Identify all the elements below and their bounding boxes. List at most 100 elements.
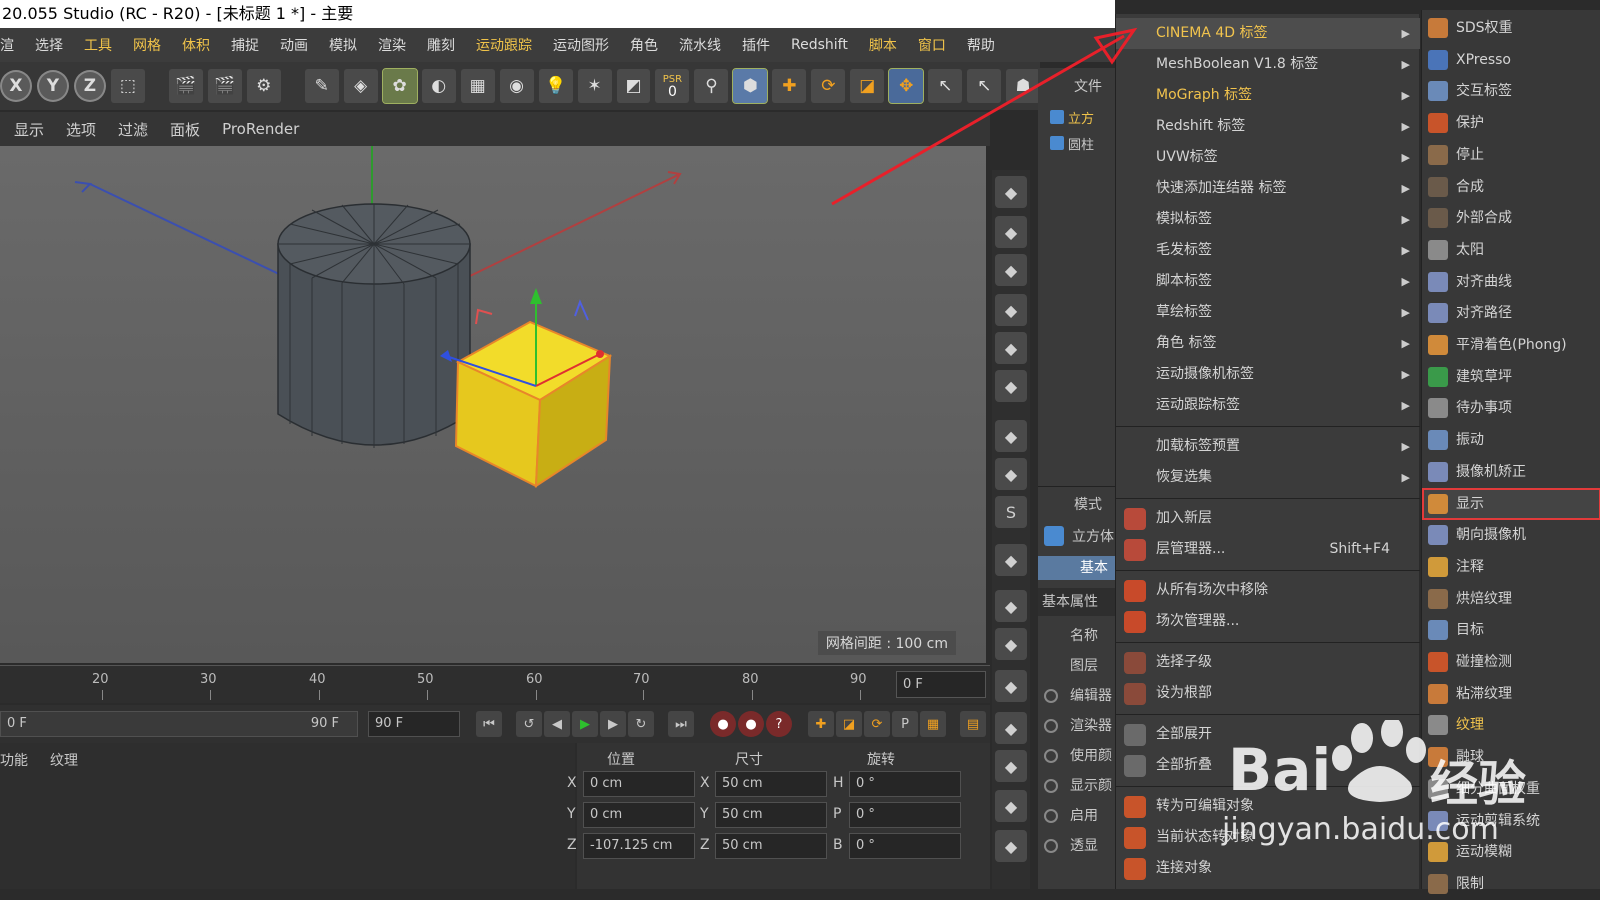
menu-item[interactable]: 模拟 bbox=[329, 35, 357, 55]
menu-item[interactable]: 选择 bbox=[35, 35, 63, 55]
submenu-item[interactable]: 建筑草坪 bbox=[1422, 361, 1600, 393]
viewport-menu-item[interactable]: 面板 bbox=[170, 119, 200, 140]
menu-item[interactable]: 运动图形 bbox=[553, 35, 609, 55]
psr-icon[interactable]: PSR 0 bbox=[655, 69, 690, 103]
property-radio-icon[interactable] bbox=[1044, 779, 1058, 793]
go-to-start-icon[interactable]: ⏮ bbox=[476, 711, 502, 737]
submenu-item[interactable]: 纹理 bbox=[1422, 709, 1600, 741]
context-menu-item[interactable]: 设为根部 bbox=[1116, 678, 1420, 709]
scene-icon[interactable]: ✶ bbox=[577, 69, 612, 103]
submenu-item[interactable]: XPresso bbox=[1422, 44, 1600, 76]
gizmo-rotate-handle-2[interactable] bbox=[475, 308, 493, 325]
submenu-item[interactable]: SDS权重 bbox=[1422, 12, 1600, 44]
property-row[interactable]: 名称 bbox=[1038, 623, 1115, 649]
solo-icon[interactable]: S bbox=[995, 496, 1027, 528]
context-menu-item[interactable]: MoGraph 标签 ▶ bbox=[1116, 80, 1420, 111]
context-menu-item[interactable]: 运动跟踪标签 ▶ bbox=[1116, 390, 1420, 421]
menu-item[interactable]: 流水线 bbox=[679, 35, 721, 55]
axis-x-button[interactable]: X bbox=[0, 70, 32, 102]
submenu-item[interactable]: 平滑着色(Phong) bbox=[1422, 329, 1600, 361]
current-frame-field[interactable]: 0 F bbox=[896, 671, 986, 698]
start-frame-slider[interactable]: 0 F 90 F bbox=[0, 711, 358, 737]
menu-item[interactable]: 体积 bbox=[182, 35, 210, 55]
pen-tool-icon[interactable]: ✎ bbox=[304, 69, 339, 103]
render-region-icon[interactable]: ◆ bbox=[995, 670, 1027, 702]
submenu-item[interactable]: 交互标签 bbox=[1422, 75, 1600, 107]
context-menu-item[interactable]: 全部折叠 bbox=[1116, 750, 1420, 781]
menu-item[interactable]: 工具 bbox=[84, 35, 112, 55]
submenu-item[interactable]: 合成 bbox=[1422, 171, 1600, 203]
property-radio-icon[interactable] bbox=[1044, 809, 1058, 823]
context-menu-item[interactable]: 运动摄像机标签 ▶ bbox=[1116, 359, 1420, 390]
context-menu-item[interactable]: 选择子级 bbox=[1116, 647, 1420, 678]
axis-icon[interactable]: ◆ bbox=[995, 420, 1027, 452]
submenu-item[interactable]: 对齐路径 bbox=[1422, 297, 1600, 329]
viewport-menu-item[interactable]: 选项 bbox=[66, 119, 96, 140]
submenu-item[interactable]: 运动模糊 bbox=[1422, 836, 1600, 868]
menu-item[interactable]: 窗口 bbox=[918, 35, 946, 55]
context-menu-item[interactable]: 层管理器... Shift+F4 bbox=[1116, 534, 1420, 565]
model-mode-icon[interactable]: ⬢ bbox=[732, 68, 769, 104]
menu-item[interactable]: 动画 bbox=[280, 35, 308, 55]
size-field[interactable]: 50 cm bbox=[715, 802, 827, 828]
viewport-menu-item[interactable]: ProRender bbox=[222, 120, 299, 138]
submenu-item[interactable]: 停止 bbox=[1422, 139, 1600, 171]
menu-item[interactable]: Redshift bbox=[791, 37, 848, 53]
property-radio-icon[interactable] bbox=[1044, 749, 1058, 763]
coordinate-system-icon[interactable]: ⬚ bbox=[110, 69, 145, 103]
submenu-item[interactable]: 振动 bbox=[1422, 424, 1600, 456]
live-selection-icon[interactable]: ↖ bbox=[928, 69, 963, 103]
transform-tool-icon[interactable]: ✥ bbox=[888, 68, 925, 104]
position-field[interactable]: 0 cm bbox=[583, 771, 695, 797]
context-menu-item[interactable]: 全部展开 bbox=[1116, 719, 1420, 750]
submenu-item[interactable]: 细分曲面权重 bbox=[1422, 773, 1600, 805]
context-menu-item[interactable]: CINEMA 4D 标签 ▶ bbox=[1116, 18, 1420, 49]
submenu-item[interactable]: 朝向摄像机 bbox=[1422, 519, 1600, 551]
menu-item[interactable]: 捕捉 bbox=[231, 35, 259, 55]
submenu-item[interactable]: 目标 bbox=[1422, 614, 1600, 646]
submenu-item[interactable]: 粘滞纹理 bbox=[1422, 678, 1600, 710]
render-view-icon[interactable]: 🎬 bbox=[168, 69, 203, 103]
viewport-menu-item[interactable]: 过滤 bbox=[118, 119, 148, 140]
rotate-tool-icon[interactable]: ⟳ bbox=[811, 69, 846, 103]
down-arrow-icon[interactable]: ◆ bbox=[995, 712, 1027, 744]
deformer-icon[interactable]: ◐ bbox=[421, 69, 456, 103]
timeline-ruler[interactable]: 20 30 40 50 60 70 80 90 0 F bbox=[0, 665, 990, 703]
go-to-end-icon[interactable]: ⏭ bbox=[668, 711, 694, 737]
position-field[interactable]: 0 cm bbox=[583, 802, 695, 828]
workplane-icon[interactable]: ◆ bbox=[995, 590, 1027, 622]
point-cube-icon[interactable]: ◆ bbox=[995, 370, 1027, 402]
edge-cube-icon[interactable]: ◆ bbox=[995, 332, 1027, 364]
gizmo-y-arrow[interactable] bbox=[530, 288, 542, 304]
auto-key-icon[interactable]: ● bbox=[738, 711, 764, 737]
property-row[interactable]: 编辑器 bbox=[1038, 683, 1115, 709]
context-menu-item[interactable]: UVW标签 ▶ bbox=[1116, 142, 1420, 173]
sphere-icon[interactable]: ◆ bbox=[995, 830, 1027, 862]
submenu-item[interactable]: 待办事项 bbox=[1422, 392, 1600, 424]
light-icon[interactable]: 💡 bbox=[538, 69, 573, 103]
magnet-icon[interactable]: ◆ bbox=[995, 544, 1027, 576]
submenu-item[interactable]: 保护 bbox=[1422, 107, 1600, 139]
rotation-field[interactable]: 0 ° bbox=[849, 833, 961, 859]
cube-view-icon[interactable]: ◆ bbox=[995, 176, 1027, 208]
submenu-item[interactable]: 限制 bbox=[1422, 868, 1600, 900]
bottom-tab-function[interactable]: 功能 bbox=[0, 750, 28, 770]
tab-basic[interactable]: 基本 bbox=[1038, 556, 1115, 580]
axis-z-button[interactable]: Z bbox=[73, 70, 106, 102]
context-menu-item[interactable]: 角色 标签 ▶ bbox=[1116, 328, 1420, 359]
object-item-cylinder[interactable]: 圆柱 bbox=[1046, 134, 1116, 156]
workplane-lock-icon[interactable]: ◆ bbox=[995, 628, 1027, 660]
submenu-item[interactable]: 太阳 bbox=[1422, 234, 1600, 266]
submenu-item[interactable]: 注释 bbox=[1422, 551, 1600, 583]
submenu-item[interactable]: 烘焙纹理 bbox=[1422, 583, 1600, 615]
submenu-item[interactable]: 显示 bbox=[1422, 487, 1600, 520]
context-menu-item[interactable]: 当前状态转对象 bbox=[1116, 822, 1420, 853]
key-scale-icon[interactable]: ◪ bbox=[836, 711, 862, 737]
size-field[interactable]: 50 cm bbox=[715, 833, 827, 859]
menu-item[interactable]: 帮助 bbox=[967, 35, 995, 55]
cube-object[interactable] bbox=[454, 320, 613, 488]
next-frame-icon[interactable]: ▶ bbox=[600, 711, 626, 737]
viewport-menu-item[interactable]: 显示 bbox=[14, 119, 44, 140]
context-menu-item[interactable]: 模拟标签 ▶ bbox=[1116, 204, 1420, 235]
submenu-item[interactable]: 外部合成 bbox=[1422, 202, 1600, 234]
